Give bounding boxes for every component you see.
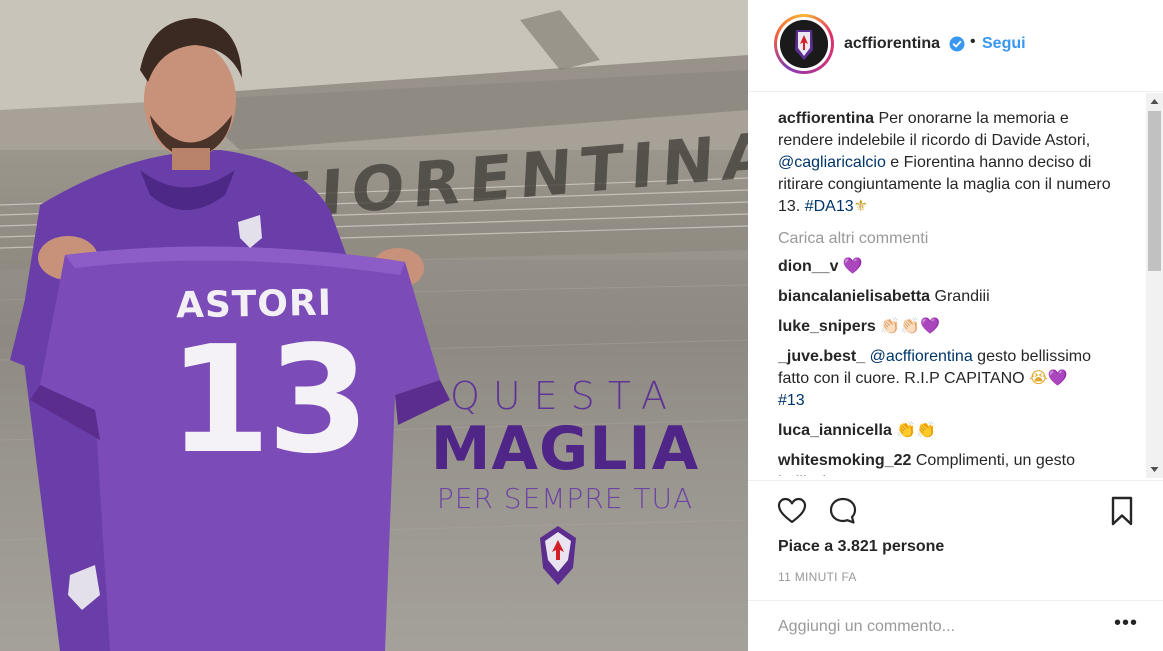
comment-emoji: 👏🏻👏🏻💜 [880, 318, 941, 335]
comment-item: _juve.best_ @acffiorentina gesto belliss… [778, 346, 1118, 412]
fiorentina-logo-icon [780, 20, 828, 68]
post-timestamp[interactable]: 11 MINUTI FA [778, 570, 857, 584]
follow-button[interactable]: Segui [982, 35, 1026, 53]
comments-list[interactable]: acffiorentina Per onorarne la memoria e … [778, 108, 1118, 476]
tagline-maglia: MAGLIA [430, 414, 700, 484]
comment-hashtag[interactable]: #13 [778, 392, 805, 409]
tagline-per-sempre-tua: PER SEMPRE TUA [436, 482, 694, 515]
comment-item: whitesmoking_22 Complimenti, un gesto be… [778, 450, 1118, 476]
more-options-button[interactable]: ••• [1114, 613, 1138, 633]
heart-icon[interactable] [776, 495, 808, 527]
comment-username[interactable]: biancalanielisabetta [778, 288, 930, 305]
add-comment-bar: ••• [748, 600, 1163, 651]
caption-mention[interactable]: @cagliaricalcio [778, 154, 886, 171]
comment-item: luke_snipers 👏🏻👏🏻💜 [778, 316, 1118, 338]
comment-username[interactable]: luca_iannicella [778, 422, 892, 439]
scroll-down-arrow-icon[interactable] [1146, 461, 1163, 478]
comment-item: luca_iannicella 👏👏 [778, 420, 1118, 442]
comment-emoji: 😭💜 [1029, 370, 1068, 387]
tagline-questa: QUESTA [449, 374, 681, 418]
comments-scrollbar[interactable] [1146, 93, 1163, 478]
comment-emoji: 👏👏 [896, 422, 937, 439]
header-username[interactable]: acffiorentina [844, 35, 940, 53]
caption-hashtag[interactable]: #DA13 [805, 198, 854, 215]
scrollbar-thumb[interactable] [1148, 111, 1161, 271]
comment-username[interactable]: dion__v [778, 258, 838, 275]
post-actions: Piace a 3.821 persone 11 MINUTI FA [748, 480, 1163, 592]
verified-badge-icon [949, 36, 965, 52]
add-comment-input[interactable] [778, 615, 1078, 639]
story-ring[interactable] [774, 14, 834, 74]
comment-item: biancalanielisabetta Grandiii [778, 286, 1118, 308]
comment-emoji: 💜 [842, 258, 863, 275]
comment-username[interactable]: _juve.best_ [778, 348, 865, 365]
caption: acffiorentina Per onorarne la memoria e … [778, 108, 1118, 218]
comment-mention[interactable]: @acffiorentina [870, 348, 973, 365]
post-side-panel: acffiorentina • Segui acffiorentina Per … [748, 0, 1163, 651]
header-separator: • [970, 33, 976, 50]
jersey-number: 13 [168, 314, 370, 486]
comment-bubble-icon[interactable] [827, 495, 859, 527]
caption-username[interactable]: acffiorentina [778, 110, 874, 127]
load-more-comments-button[interactable]: Carica altri commenti [778, 228, 1118, 250]
comment-text: Grandiii [934, 288, 990, 305]
post-image[interactable]: ACFIORENTINA ASTORI 13 QUESTA MAGLIA PER… [0, 0, 748, 651]
fleur-de-lis-emoji: ⚜ [853, 198, 868, 215]
scroll-up-arrow-icon[interactable] [1146, 93, 1163, 110]
avatar[interactable] [780, 20, 828, 68]
post-header: acffiorentina • Segui [748, 0, 1163, 92]
comment-username[interactable]: whitesmoking_22 [778, 452, 911, 469]
comment-item: dion__v 💜 [778, 256, 1118, 278]
likes-count[interactable]: Piace a 3.821 persone [778, 538, 944, 556]
bookmark-icon[interactable] [1106, 495, 1138, 527]
comment-username[interactable]: luke_snipers [778, 318, 876, 335]
post-image-artwork: ACFIORENTINA [0, 0, 748, 651]
